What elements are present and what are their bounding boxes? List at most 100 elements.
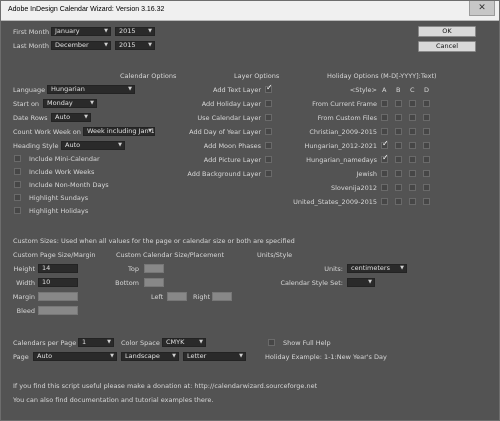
holiday-checkbox[interactable] — [381, 100, 388, 107]
holiday-checkbox[interactable] — [423, 128, 430, 135]
holiday-checkbox[interactable] — [381, 170, 388, 177]
right-input[interactable] — [212, 292, 232, 301]
holiday-checkbox[interactable] — [423, 198, 430, 205]
heading-style-select[interactable]: Auto ▼ — [61, 141, 125, 150]
count-week-select[interactable]: Week including Jan 1 ▼ — [83, 127, 155, 136]
holiday-checkbox[interactable] — [395, 156, 402, 163]
calendar-style-set-label: Calendar Style Set: — [280, 279, 343, 287]
holiday-checkbox[interactable] — [395, 100, 402, 107]
holiday-column-header: B — [396, 86, 401, 94]
highlight-holidays-label: Highlight Holidays — [29, 207, 89, 215]
calendar-wizard-window: Adobe InDesign Calendar Wizard: Version … — [0, 0, 500, 421]
bottom-label: Bottom — [115, 279, 139, 287]
show-full-help-label: Show Full Help — [283, 339, 331, 347]
holiday-checkbox[interactable] — [381, 184, 388, 191]
last-year-select[interactable]: 2015 ▼ — [115, 41, 155, 50]
title-bar: Adobe InDesign Calendar Wizard: Version … — [1, 1, 499, 21]
holiday-options-header: Holiday Options (M-D[-YYYY]:Text) — [327, 72, 437, 80]
holiday-checkbox[interactable] — [423, 114, 430, 121]
date-rows-value: Auto — [55, 113, 71, 121]
holiday-checkbox[interactable] — [423, 142, 430, 149]
documentation-text: You can also find documentation and tuto… — [13, 396, 214, 404]
left-input[interactable] — [167, 292, 187, 301]
bottom-input[interactable] — [144, 278, 164, 287]
language-select[interactable]: Hungarian ▼ — [47, 85, 135, 94]
holiday-checkbox[interactable] — [381, 198, 388, 205]
date-rows-select[interactable]: Auto ▼ — [51, 113, 91, 122]
height-label: Height — [13, 265, 36, 273]
height-input[interactable]: 14 — [38, 264, 78, 273]
layer-option-label: Add Day of Year Layer — [189, 128, 261, 136]
include-mini-calendar-checkbox[interactable] — [14, 155, 21, 162]
page-select[interactable]: Auto ▼ — [33, 352, 117, 361]
holiday-checkbox[interactable] — [381, 114, 388, 121]
holiday-checkbox[interactable] — [395, 128, 402, 135]
holiday-source-label: Slovenija2012 — [330, 184, 377, 192]
include-work-weeks-checkbox[interactable] — [14, 168, 21, 175]
holiday-column-header: C — [410, 86, 415, 94]
holiday-checkbox[interactable] — [423, 100, 430, 107]
units-value: centimeters — [351, 264, 390, 272]
page-value: Auto — [37, 352, 53, 360]
calendars-per-page-select[interactable]: 1 ▼ — [78, 338, 114, 347]
first-month-value: January — [55, 27, 80, 35]
chevron-down-icon: ▼ — [148, 28, 152, 34]
first-month-select[interactable]: January ▼ — [51, 27, 111, 36]
cancel-button[interactable]: Cancel — [418, 41, 476, 52]
custom-sizes-note: Custom Sizes: Used when all values for t… — [13, 237, 295, 245]
holiday-checkbox[interactable] — [395, 114, 402, 121]
bleed-input[interactable] — [38, 306, 78, 315]
width-input[interactable]: 10 — [38, 278, 78, 287]
holiday-checkbox[interactable] — [409, 170, 416, 177]
orientation-select[interactable]: Landscape ▼ — [121, 352, 179, 361]
first-year-select[interactable]: 2015 ▼ — [115, 27, 155, 36]
chevron-down-icon: ▼ — [400, 265, 404, 271]
color-space-select[interactable]: CMYK ▼ — [162, 338, 206, 347]
highlight-sundays-checkbox[interactable] — [14, 194, 21, 201]
holiday-source-label: United_States_2009-2015 — [293, 198, 377, 206]
layer-options-header: Layer Options — [234, 72, 280, 80]
holiday-checkbox[interactable] — [381, 128, 388, 135]
width-label: Width — [16, 279, 35, 287]
holiday-checkbox[interactable] — [423, 170, 430, 177]
paper-size-select[interactable]: Letter ▼ — [183, 352, 246, 361]
holiday-checkbox[interactable] — [409, 114, 416, 121]
page-label: Page — [13, 353, 29, 361]
chevron-down-icon: ▼ — [148, 128, 152, 134]
last-month-select[interactable]: December ▼ — [51, 41, 111, 50]
holiday-checkbox[interactable] — [409, 184, 416, 191]
orientation-value: Landscape — [125, 352, 160, 360]
include-non-month-days-checkbox[interactable] — [14, 181, 21, 188]
holiday-checkbox[interactable] — [395, 142, 402, 149]
holiday-checkbox[interactable] — [423, 184, 430, 191]
holiday-checkbox[interactable] — [395, 198, 402, 205]
layer-option-label: Add Text Layer — [213, 86, 261, 94]
chevron-down-icon: ▼ — [128, 86, 132, 92]
show-full-help-checkbox[interactable] — [268, 339, 275, 346]
holiday-checkbox[interactable] — [409, 142, 416, 149]
ok-button[interactable]: OK — [418, 26, 476, 37]
chevron-down-icon: ▼ — [104, 28, 108, 34]
holiday-checkbox[interactable] — [409, 100, 416, 107]
layer-option-label: Use Calendar Layer — [197, 114, 261, 122]
close-button[interactable]: ✕ — [469, 1, 495, 16]
calendar-style-set-select[interactable]: ▼ — [347, 278, 375, 287]
holiday-checkbox[interactable] — [395, 170, 402, 177]
start-on-select[interactable]: Monday ▼ — [43, 99, 97, 108]
calendar-options-header: Calendar Options — [120, 72, 177, 80]
layer-option-label: Add Moon Phases — [203, 142, 261, 150]
holiday-source-label: From Current Frame — [312, 100, 377, 108]
holiday-checkbox[interactable] — [409, 128, 416, 135]
units-select[interactable]: centimeters ▼ — [347, 264, 407, 273]
margin-input[interactable] — [38, 292, 78, 301]
holiday-checkbox[interactable] — [423, 156, 430, 163]
holiday-column-header: A — [382, 86, 387, 94]
holiday-checkbox[interactable] — [409, 198, 416, 205]
holiday-checkbox[interactable] — [395, 184, 402, 191]
highlight-holidays-checkbox[interactable] — [14, 207, 21, 214]
bleed-label: Bleed — [16, 307, 35, 315]
top-input[interactable] — [144, 264, 164, 273]
holiday-checkbox[interactable] — [409, 156, 416, 163]
chevron-down-icon: ▼ — [110, 353, 114, 359]
checkmark-icon: ✓ — [382, 153, 389, 162]
